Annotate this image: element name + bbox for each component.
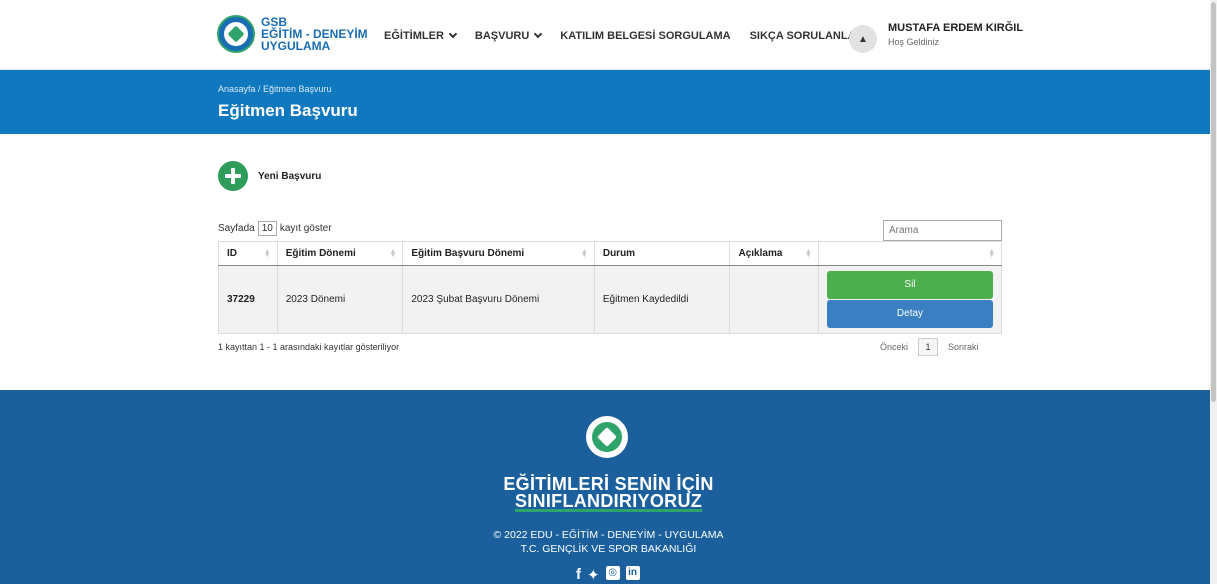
sort-icon: ▲ ▼ xyxy=(263,248,271,259)
new-application-button[interactable]: Yeni Başvuru xyxy=(218,161,321,191)
main-nav: EĞİTİMLER BAŞVURU KATILIM BELGESİ SORGUL… xyxy=(384,29,882,42)
site-logo[interactable]: GSB EĞİTİM - DENEYİM UYGULAMA xyxy=(217,15,368,53)
applications-table: ID ▲ ▼ Eğitim Dönemi ▲ ▼ Eğitim Başvuru Döne… xyxy=(218,241,1003,334)
plus-icon xyxy=(218,161,248,191)
new-application-label: Yeni Başvuru xyxy=(258,170,322,182)
column-id[interactable]: ID ▲ ▼ xyxy=(218,241,278,266)
instagram-icon[interactable]: ◎ xyxy=(605,566,620,580)
nav-basvuru[interactable]: BAŞVURU xyxy=(475,29,543,42)
table-row: 37229 2023 Dönemi 2023 Şubat Başvuru Dön… xyxy=(218,265,1003,334)
sort-icon: ▲ ▼ xyxy=(389,248,397,259)
column-note[interactable]: Açıklama ▲ ▼ xyxy=(729,241,819,266)
page-title: Eğitmen Başvuru xyxy=(218,101,358,120)
page-banner: Anasayfa / Eğitmen Başvuru Eğitmen Başvu… xyxy=(0,70,1210,134)
site-footer: EĞİTİMLERİ SENİN İÇİN SINIFLANDIRIYORUZ … xyxy=(0,390,1210,584)
social-links: f ✦ ◎ in xyxy=(576,566,640,584)
cell-note xyxy=(729,265,819,334)
gsb-logo-icon xyxy=(217,15,255,53)
nav-egitimler[interactable]: EĞİTİMLER xyxy=(384,29,458,42)
footer-slogan: EĞİTİMLERİ SENİN İÇİN SINIFLANDIRIYORUZ xyxy=(503,474,714,511)
breadcrumb[interactable]: Anasayfa / Eğitmen Başvuru xyxy=(218,84,332,94)
cell-id: 37229 xyxy=(218,265,278,334)
table-info: 1 kayıttan 1 - 1 arasındaki kayıtlar gös… xyxy=(218,342,400,352)
delete-button[interactable]: Sil xyxy=(826,271,993,299)
logo-line-3: UYGULAMA xyxy=(261,39,331,53)
search-input[interactable] xyxy=(883,220,1002,241)
cell-status: Eğitmen Kaydedildi xyxy=(593,265,731,334)
user-menu[interactable]: ▲ MUSTAFA ERDEM KIRĞIL Hoş Geldiniz xyxy=(849,22,1023,53)
chevron-down-icon xyxy=(534,29,543,39)
gsb-footer-logo-icon xyxy=(586,416,628,458)
prev-page-button[interactable]: Önceki xyxy=(880,342,908,352)
chevron-down-icon xyxy=(448,29,458,39)
column-status[interactable]: Durum xyxy=(593,241,731,266)
page-length-select[interactable]: 10 xyxy=(257,221,277,236)
twitter-icon[interactable]: ✦ xyxy=(587,566,600,584)
footer-copyright: © 2022 EDU - EĞİTİM - DENEYİM - UYGULAMA… xyxy=(493,529,724,555)
sort-icon: ▲ ▼ xyxy=(580,248,588,259)
sort-icon: ▲ ▼ xyxy=(988,248,995,259)
next-page-button[interactable]: Sonraki xyxy=(948,342,979,352)
pagination: Önceki 1 Sonraki xyxy=(880,338,979,356)
table-header-row: ID ▲ ▼ Eğitim Dönemi ▲ ▼ Eğitim Başvuru Döne… xyxy=(218,241,1003,266)
cell-actions: Sil Detay xyxy=(817,265,1003,334)
sort-icon: ▲ ▼ xyxy=(805,248,812,259)
page-length-control: Sayfada 10 kayıt göster xyxy=(218,221,332,236)
avatar: ▲ xyxy=(849,25,877,53)
facebook-icon[interactable]: f xyxy=(576,566,581,584)
user-name: MUSTAFA ERDEM KIRĞIL xyxy=(888,22,1024,34)
nav-katilim-belgesi[interactable]: KATILIM BELGESİ SORGULAMA xyxy=(560,30,730,42)
column-application-period[interactable]: Eğitim Başvuru Dönemi ▲ ▼ xyxy=(402,241,595,266)
scrollbar-thumb[interactable] xyxy=(1211,2,1216,402)
cell-period: 2023 Dönemi xyxy=(276,265,404,334)
page-scrollbar[interactable] xyxy=(1210,0,1217,584)
cell-application-period: 2023 Şubat Başvuru Dönemi xyxy=(402,265,595,334)
column-period[interactable]: Eğitim Dönemi ▲ ▼ xyxy=(276,241,404,266)
nav-sss[interactable]: SIKÇA SORULANLAR xyxy=(750,30,864,42)
page-button-current[interactable]: 1 xyxy=(918,338,939,356)
site-header: GSB EĞİTİM - DENEYİM UYGULAMA EĞİTİMLER … xyxy=(0,0,1210,70)
user-icon: ▲ xyxy=(858,33,868,45)
user-greeting: Hoş Geldiniz xyxy=(888,37,940,47)
linkedin-icon[interactable]: in xyxy=(625,566,640,580)
detail-button[interactable]: Detay xyxy=(826,300,993,328)
column-actions[interactable]: ▲ ▼ xyxy=(817,241,1003,266)
